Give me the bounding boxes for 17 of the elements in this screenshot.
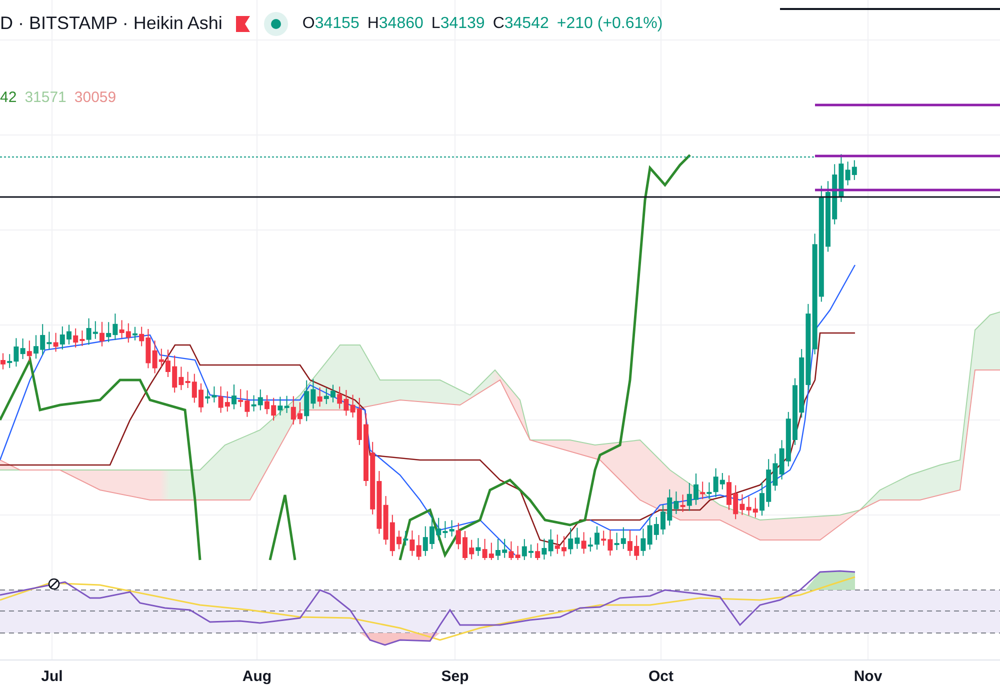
ohlc-value: H34860 [367, 14, 424, 34]
ohlc-value: C34542 [492, 14, 549, 34]
axis-label: Jul [41, 668, 63, 685]
axis-label: Sep [441, 668, 469, 685]
indicator-value: 42 [0, 88, 17, 108]
axis-label: Oct [648, 668, 674, 685]
ohlc-value: L34139 [431, 14, 485, 34]
status-dot-icon [264, 12, 288, 36]
indicator-value: 30059 [74, 88, 116, 108]
price-change: +210 (+0.61%) [556, 14, 663, 34]
lagging-line [268, 494, 296, 560]
indicator-value: 31571 [24, 88, 66, 108]
axis-label: Aug [242, 668, 272, 685]
symbol-title[interactable]: D · BITSTAMP · Heikin Ashi [0, 10, 222, 37]
ohlc-value: O34155 [302, 14, 360, 34]
flag-icon[interactable] [236, 16, 250, 32]
axis-label: Nov [854, 668, 882, 685]
